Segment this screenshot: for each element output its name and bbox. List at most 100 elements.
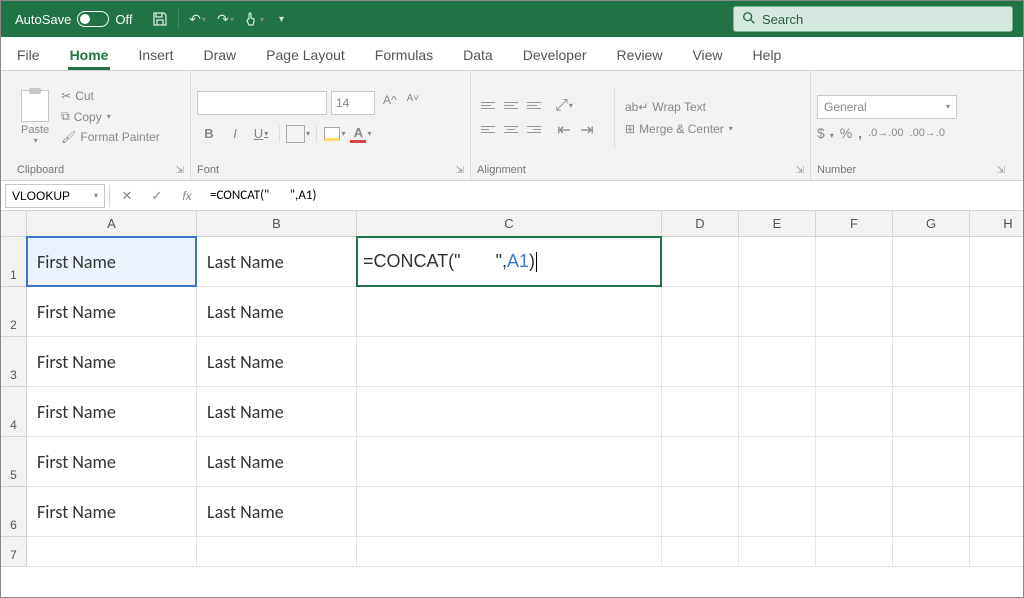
cell-F6[interactable] — [816, 487, 893, 537]
cell-C7[interactable] — [357, 537, 662, 567]
decrease-indent-icon[interactable]: ⇤ — [553, 120, 575, 140]
increase-indent-icon[interactable]: ⇥ — [576, 120, 598, 140]
cell-B6[interactable]: Last Name — [197, 487, 357, 537]
underline-button[interactable]: U▾ — [249, 123, 273, 145]
cell-F4[interactable] — [816, 387, 893, 437]
name-box[interactable]: VLOOKUP▾ — [5, 184, 105, 208]
align-top-icon[interactable] — [477, 96, 499, 116]
tab-insert[interactable]: Insert — [136, 40, 175, 70]
font-color-button[interactable]: A▾ — [349, 123, 373, 145]
customize-qat-icon[interactable]: ▾ — [267, 5, 295, 33]
cell-F1[interactable] — [816, 237, 893, 287]
cell-A6[interactable]: First Name — [27, 487, 197, 537]
italic-button[interactable]: I — [223, 123, 247, 145]
merge-center-button[interactable]: ⊞Merge & Center ▾ — [623, 121, 735, 137]
align-right-icon[interactable] — [523, 120, 545, 140]
accounting-format-icon[interactable]: $ ▾ — [817, 125, 834, 141]
cell-E6[interactable] — [739, 487, 816, 537]
align-center-icon[interactable] — [500, 120, 522, 140]
column-header-H[interactable]: H — [970, 211, 1023, 237]
cell-D4[interactable] — [662, 387, 739, 437]
formula-input[interactable] — [204, 188, 1019, 203]
cell-G6[interactable] — [893, 487, 970, 537]
increase-decimal-icon[interactable]: .0→.00 — [868, 127, 903, 139]
column-header-F[interactable]: F — [816, 211, 893, 237]
cell-G5[interactable] — [893, 437, 970, 487]
cell-A5[interactable]: First Name — [27, 437, 197, 487]
align-middle-icon[interactable] — [500, 96, 522, 116]
tab-formulas[interactable]: Formulas — [373, 40, 435, 70]
fill-color-button[interactable]: ▾ — [323, 123, 347, 145]
save-icon[interactable] — [146, 5, 174, 33]
cell-H4[interactable] — [970, 387, 1023, 437]
cell-E4[interactable] — [739, 387, 816, 437]
autosave-toggle[interactable]: AutoSave Off — [1, 11, 146, 27]
cell-C1[interactable]: =CONCAT(" ",A1) — [357, 237, 662, 287]
column-header-A[interactable]: A — [27, 211, 197, 237]
cell-F3[interactable] — [816, 337, 893, 387]
fx-icon[interactable]: fx — [174, 185, 200, 207]
cell-A3[interactable]: First Name — [27, 337, 197, 387]
cell-H3[interactable] — [970, 337, 1023, 387]
cell-C6[interactable] — [357, 487, 662, 537]
cell-G4[interactable] — [893, 387, 970, 437]
search-box[interactable]: Search — [733, 6, 1013, 32]
cell-A4[interactable]: First Name — [27, 387, 197, 437]
cell-H2[interactable] — [970, 287, 1023, 337]
cell-D5[interactable] — [662, 437, 739, 487]
cell-C5[interactable] — [357, 437, 662, 487]
tab-view[interactable]: View — [690, 40, 724, 70]
cell-F7[interactable] — [816, 537, 893, 567]
bold-button[interactable]: B — [197, 123, 221, 145]
enter-formula-icon[interactable]: ✓ — [144, 185, 170, 207]
tab-review[interactable]: Review — [615, 40, 665, 70]
cell-F5[interactable] — [816, 437, 893, 487]
cell-H6[interactable] — [970, 487, 1023, 537]
font-name-select[interactable] — [197, 91, 327, 115]
increase-font-icon[interactable]: A^ — [381, 91, 399, 115]
cell-D6[interactable] — [662, 487, 739, 537]
cell-B7[interactable] — [197, 537, 357, 567]
tab-data[interactable]: Data — [461, 40, 495, 70]
cell-E2[interactable] — [739, 287, 816, 337]
cell-C3[interactable] — [357, 337, 662, 387]
cancel-formula-icon[interactable]: ✕ — [114, 185, 140, 207]
number-format-select[interactable]: General▾ — [817, 95, 957, 119]
cell-D1[interactable] — [662, 237, 739, 287]
cell-H7[interactable] — [970, 537, 1023, 567]
tab-file[interactable]: File — [15, 40, 42, 70]
row-header-3[interactable]: 3 — [1, 337, 27, 387]
row-header-6[interactable]: 6 — [1, 487, 27, 537]
select-all-corner[interactable] — [1, 211, 27, 237]
touch-mode-icon[interactable]: ▾ — [239, 5, 267, 33]
cut-button[interactable]: ✂Cut — [59, 88, 162, 104]
column-header-G[interactable]: G — [893, 211, 970, 237]
cell-D7[interactable] — [662, 537, 739, 567]
column-header-C[interactable]: C — [357, 211, 662, 237]
tab-help[interactable]: Help — [751, 40, 784, 70]
tab-home[interactable]: Home — [68, 40, 111, 70]
column-header-D[interactable]: D — [662, 211, 739, 237]
row-header-7[interactable]: 7 — [1, 537, 27, 567]
cell-B1[interactable]: Last Name — [197, 237, 357, 287]
row-header-1[interactable]: 1 — [1, 237, 27, 287]
dialog-launcher-icon[interactable]: ⇲ — [176, 165, 184, 176]
cell-G1[interactable] — [893, 237, 970, 287]
percent-format-icon[interactable]: % — [840, 125, 852, 141]
dialog-launcher-icon[interactable]: ⇲ — [796, 165, 804, 176]
column-header-B[interactable]: B — [197, 211, 357, 237]
cell-A2[interactable]: First Name — [27, 287, 197, 337]
comma-format-icon[interactable]: , — [858, 125, 862, 141]
decrease-decimal-icon[interactable]: .00→.0 — [910, 127, 945, 139]
cell-D2[interactable] — [662, 287, 739, 337]
border-button[interactable]: ▾ — [286, 123, 310, 145]
cell-G2[interactable] — [893, 287, 970, 337]
cell-H5[interactable] — [970, 437, 1023, 487]
cell-D3[interactable] — [662, 337, 739, 387]
cell-G7[interactable] — [893, 537, 970, 567]
wrap-text-button[interactable]: ab↵Wrap Text — [623, 99, 735, 115]
tab-page-layout[interactable]: Page Layout — [264, 40, 347, 70]
cell-C4[interactable] — [357, 387, 662, 437]
font-size-input[interactable] — [331, 91, 375, 115]
tab-draw[interactable]: Draw — [201, 40, 238, 70]
